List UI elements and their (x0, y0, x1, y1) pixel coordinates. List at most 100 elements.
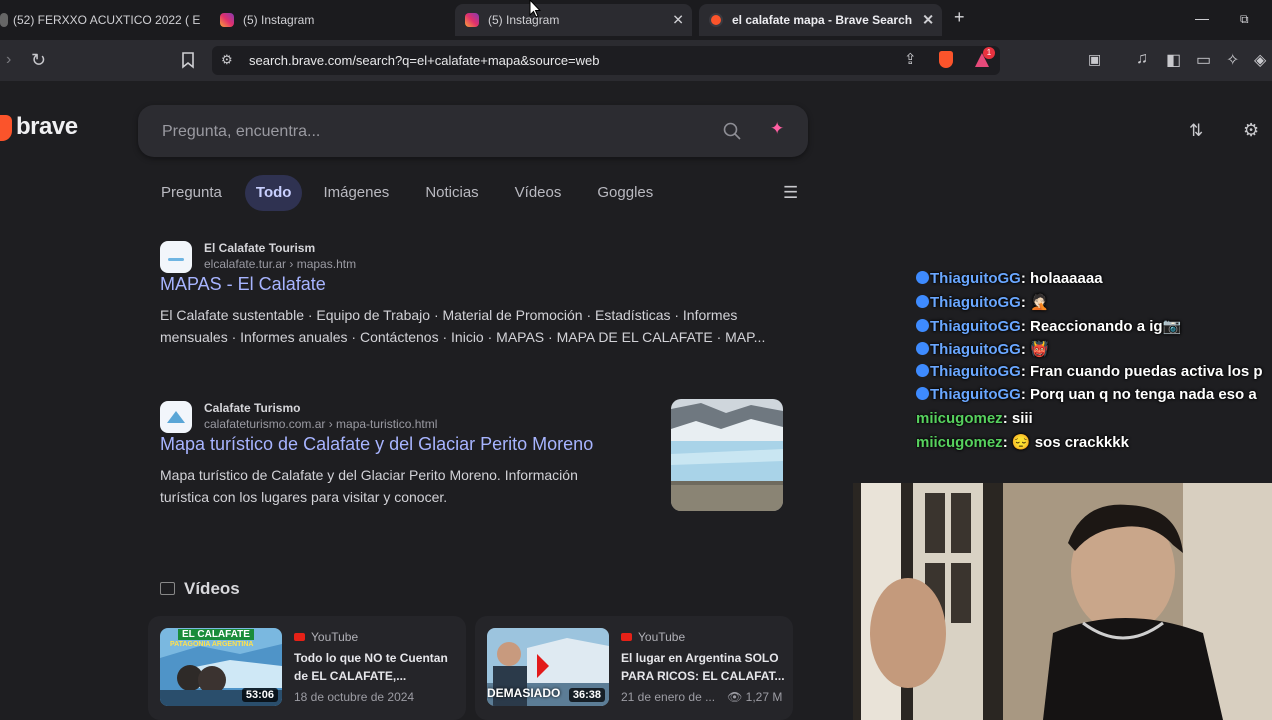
result-description: El Calafate sustentable · Equipo de Trab… (160, 304, 765, 348)
stream-chat-overlay: ThiaguitoGG: holaaaaaa ThiaguitoGG: 🤦🏻 T… (916, 270, 1272, 460)
search-input[interactable] (160, 119, 704, 145)
chat-text: siii (1011, 409, 1033, 427)
reload-icon[interactable]: ↻ (31, 50, 46, 71)
video-thumbnail[interactable]: EL CALAFATE PATAGONIA ARGENTINA 53:06 (160, 628, 282, 706)
chat-username: ThiaguitoGG (930, 270, 1021, 287)
chat-text: Fran cuando puedas activa los p (1030, 363, 1263, 381)
wallet-icon[interactable]: ▭ (1196, 50, 1211, 70)
video-thumb-text: EL CALAFATE (178, 629, 254, 640)
youtube-icon (621, 633, 632, 641)
chat-colon: : (1002, 409, 1012, 427)
media-icon (0, 13, 8, 27)
tab-noticias[interactable]: Noticias (414, 175, 489, 211)
share-icon[interactable]: ⇪ (904, 50, 917, 68)
description-line: El Calafate sustentable · Equipo de Trab… (160, 307, 738, 323)
chat-username: ThiaguitoGG (930, 317, 1021, 335)
youtube-icon (294, 633, 305, 641)
chat-message: ThiaguitoGG: 👹 (916, 340, 1272, 363)
tab-imagenes[interactable]: Imágenes (312, 175, 400, 211)
video-thumbnail[interactable]: DEMASIADO 36:38 (487, 628, 609, 706)
video-thumb-text: DEMASIADO (487, 686, 561, 700)
tab-instagram-2[interactable]: (5) Instagram ✕ (455, 4, 692, 36)
leo-ai-icon[interactable]: ✧ (1226, 50, 1239, 70)
chat-message: ThiaguitoGG: Reaccionando a ig📷 (916, 317, 1272, 340)
music-icon[interactable]: ♫ (1136, 50, 1148, 68)
tab-pregunta[interactable]: Pregunta (150, 175, 233, 211)
chat-message: ThiaguitoGG: Fran cuando puedas activa l… (916, 363, 1272, 386)
chat-message: miicugomez: siii (916, 410, 1272, 433)
search-type-tabs: Pregunta Todo Imágenes Noticias Vídeos G… (150, 175, 684, 211)
brave-icon (709, 13, 723, 27)
result-site-name: Calafate Turismo (204, 401, 301, 415)
video-source-label: YouTube (638, 630, 686, 644)
forward-icon[interactable]: › (6, 51, 11, 69)
minimize-icon[interactable]: — (1195, 10, 1209, 26)
browser-toolbar: › ↻ ⚙ search.brave.com/search?q=el+calaf… (0, 40, 1272, 81)
tab-ferxxo[interactable]: (52) FERXXO ACUXTICO 2022 ( En (0, 6, 200, 34)
result-thumbnail-glacier[interactable] (671, 399, 783, 511)
chat-username: ThiaguitoGG (930, 340, 1021, 358)
chat-badge-icon (916, 295, 929, 309)
video-card[interactable]: EL CALAFATE PATAGONIA ARGENTINA 53:06 Yo… (148, 616, 466, 720)
video-source-label: YouTube (311, 630, 359, 644)
chat-text: 👹 (1030, 340, 1049, 358)
video-source: YouTube (621, 630, 685, 644)
description-line: mensuales · Informes anuales · Contácten… (160, 329, 766, 345)
close-tab-icon[interactable]: ✕ (672, 12, 684, 29)
tab-brave-search[interactable]: el calafate mapa - Brave Search ✕ (699, 4, 942, 36)
chat-username: ThiaguitoGG (930, 363, 1021, 381)
browser-tab-bar: (52) FERXXO ACUXTICO 2022 ( En (5) Insta… (0, 0, 1272, 40)
mouse-cursor-icon (529, 0, 541, 18)
chat-colon: : (1020, 270, 1030, 287)
vpn-icon[interactable]: ◈ (1254, 50, 1266, 70)
site-settings-icon[interactable]: ⚙ (221, 52, 233, 68)
logo-text: brave (16, 113, 78, 140)
settings-gear-icon[interactable]: ⚙ (1243, 120, 1259, 141)
sidebar-icon[interactable]: ◧ (1166, 50, 1181, 70)
description-line: turística con los lugares para visitar y… (160, 489, 448, 505)
site-favicon-icon (160, 241, 192, 273)
result-title-link[interactable]: Mapa turístico de Calafate y del Glaciar… (160, 434, 593, 455)
ai-answer-icon[interactable]: ✦ (770, 119, 784, 139)
tab-videos[interactable]: Vídeos (504, 175, 573, 211)
reader-mode-icon[interactable]: ▣ (1088, 51, 1101, 68)
video-title-link[interactable]: El lugar en Argentina SOLO PARA RICOS: E… (621, 649, 786, 685)
tab-label: (5) Instagram (243, 13, 315, 27)
chat-username: ThiaguitoGG (930, 386, 1021, 404)
chat-message: ThiaguitoGG: holaaaaaa (916, 270, 1272, 293)
tab-label: (52) FERXXO ACUXTICO 2022 ( En (13, 13, 200, 27)
videos-section-heading: Vídeos (160, 579, 240, 599)
video-title-link[interactable]: Todo lo que NO te Cuentan de EL CALAFATE… (294, 649, 459, 685)
close-tab-icon[interactable]: ✕ (922, 12, 934, 29)
chat-colon: : (1020, 294, 1030, 312)
chat-colon: : (1020, 386, 1030, 404)
chat-badge-icon (916, 341, 929, 355)
video-views: 1,27 M (745, 690, 783, 704)
result-url[interactable]: elcalafate.tur.ar › mapas.htm (204, 257, 356, 271)
sort-icon[interactable]: ⇅ (1189, 121, 1203, 141)
result-url[interactable]: calafateturismo.com.ar › mapa-turistico.… (204, 417, 437, 431)
video-source: YouTube (294, 630, 358, 644)
bookmark-icon[interactable] (181, 52, 195, 69)
tab-todo[interactable]: Todo (244, 175, 303, 211)
address-bar[interactable]: ⚙ search.brave.com/search?q=el+calafate+… (212, 46, 1000, 75)
chat-text: 🤦🏻 (1030, 294, 1049, 312)
chat-text: Porq uan q no tenga nada eso a (1030, 386, 1257, 404)
result-title-link[interactable]: MAPAS - El Calafate (160, 274, 326, 295)
video-card[interactable]: DEMASIADO 36:38 YouTube El lugar en Arge… (475, 616, 793, 720)
brave-logo[interactable]: brave (0, 113, 78, 141)
tab-instagram-1[interactable]: (5) Instagram (220, 6, 430, 34)
chat-username: miicugomez (916, 434, 1003, 452)
notification-badge: 1 (983, 47, 995, 59)
filter-settings-icon[interactable]: ☰ (783, 183, 798, 203)
tab-goggles[interactable]: Goggles (586, 175, 664, 211)
search-box: ✦ (138, 105, 808, 157)
new-tab-icon[interactable]: + (954, 7, 965, 28)
chat-message: ThiaguitoGG: Porq uan q no tenga nada es… (916, 386, 1272, 409)
restore-icon[interactable]: ⧉ (1240, 12, 1249, 27)
search-icon[interactable] (723, 122, 741, 140)
brave-shields-icon[interactable] (939, 51, 953, 68)
video-thumb-subtext: PATAGONIA ARGENTINA (170, 641, 254, 648)
video-duration: 53:06 (241, 688, 278, 702)
video-date-text: 21 de enero de ... (621, 690, 716, 704)
